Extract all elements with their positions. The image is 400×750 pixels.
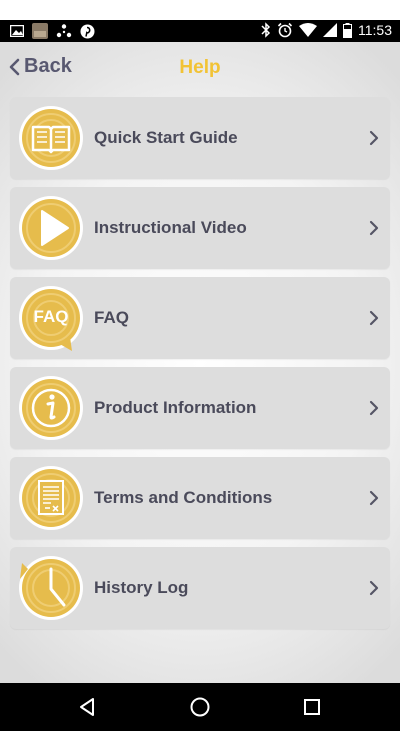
- menu-item-label: Product Information: [94, 398, 257, 417]
- android-nav-bar: [0, 683, 400, 731]
- history-clock-icon: [18, 555, 84, 621]
- chevron-left-icon: [9, 58, 20, 75]
- chevron-right-icon: [369, 400, 379, 416]
- bluetooth-icon: [261, 22, 271, 38]
- status-bar: 11:53: [0, 20, 400, 42]
- back-button[interactable]: Back: [8, 55, 72, 78]
- menu-item-label: Quick Start Guide: [94, 128, 238, 147]
- faq-icon: FAQ: [18, 285, 84, 351]
- faq-icon-text: FAQ: [33, 307, 69, 326]
- pinterest-icon: [80, 24, 95, 38]
- dots-notification-icon: [56, 24, 72, 38]
- instructional-video-item[interactable]: Instructional Video: [10, 187, 390, 269]
- play-icon: [18, 195, 84, 261]
- recents-square-icon[interactable]: [300, 695, 324, 719]
- signal-icon: [323, 23, 337, 37]
- chevron-right-icon: [369, 310, 379, 326]
- info-icon: [18, 375, 84, 441]
- menu-item-label: Instructional Video: [94, 218, 247, 237]
- battery-icon: [343, 22, 352, 38]
- back-triangle-icon[interactable]: [76, 695, 100, 719]
- wifi-icon: [299, 23, 317, 37]
- status-time: 11:53: [358, 22, 392, 38]
- product-information-item[interactable]: Product Information: [10, 367, 390, 449]
- faq-item[interactable]: FAQ FAQ: [10, 277, 390, 359]
- back-label: Back: [24, 55, 72, 77]
- chevron-right-icon: [369, 130, 379, 146]
- top-strip: [0, 0, 400, 20]
- alarm-icon: [277, 22, 293, 38]
- header: Back Help: [0, 42, 400, 94]
- home-circle-icon[interactable]: [188, 695, 212, 719]
- menu-item-label: Terms and Conditions: [94, 488, 273, 507]
- quick-start-guide-item[interactable]: Quick Start Guide: [10, 97, 390, 179]
- image-notification-icon: [10, 25, 24, 37]
- document-icon: [18, 465, 84, 531]
- book-icon: [18, 105, 84, 171]
- menu-item-label: History Log: [94, 578, 189, 597]
- chevron-right-icon: [369, 490, 379, 506]
- terms-and-conditions-item[interactable]: Terms and Conditions: [10, 457, 390, 539]
- help-menu: Quick Start Guide Instructional Video FA…: [10, 97, 390, 637]
- bottom-strip: [0, 731, 400, 750]
- menu-item-label: FAQ: [94, 308, 129, 327]
- chevron-right-icon: [369, 580, 379, 596]
- photo-notification-icon: [32, 23, 48, 39]
- chevron-right-icon: [369, 220, 379, 236]
- help-screen: Back Help Quick Start Guide Instructiona…: [0, 42, 400, 683]
- history-log-item[interactable]: History Log: [10, 547, 390, 629]
